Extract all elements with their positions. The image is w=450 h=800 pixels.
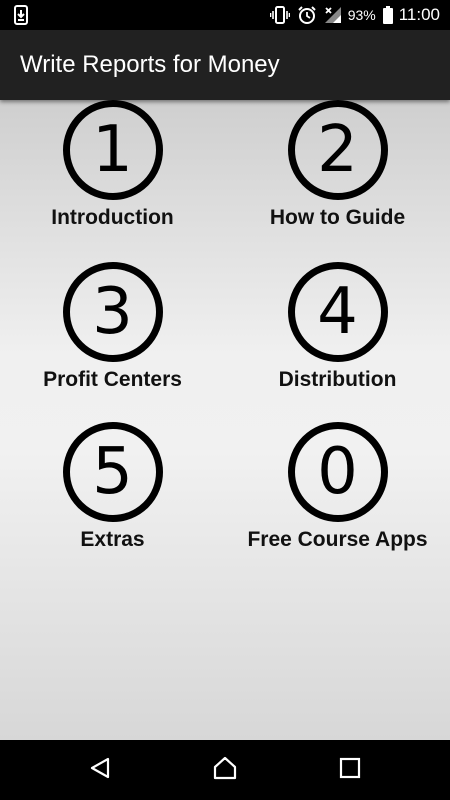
home-button[interactable] bbox=[195, 740, 255, 800]
back-icon bbox=[88, 756, 112, 785]
navigation-bar bbox=[0, 740, 450, 800]
back-button[interactable] bbox=[70, 740, 130, 800]
number-4-icon: 4 bbox=[287, 262, 388, 362]
alarm-icon bbox=[297, 5, 317, 25]
status-bar: 93% 11:00 bbox=[0, 0, 450, 30]
battery-percent: 93% bbox=[347, 7, 376, 23]
menu-item-label: How to Guide bbox=[269, 206, 406, 229]
number-2-icon: 2 bbox=[287, 100, 388, 200]
menu-item-label: Distribution bbox=[278, 368, 397, 391]
app-title: Write Reports for Money bbox=[20, 51, 280, 78]
battery-icon bbox=[382, 6, 393, 24]
menu-item-label: Introduction bbox=[51, 206, 174, 229]
menu-item-introduction[interactable]: 1 Introduction bbox=[0, 100, 225, 260]
number-5-icon: 5 bbox=[62, 422, 163, 522]
menu-item-free-course-apps[interactable]: 0 Free Course Apps bbox=[225, 422, 450, 582]
menu-item-how-to-guide[interactable]: 2 How to Guide bbox=[225, 100, 450, 260]
recents-button[interactable] bbox=[320, 740, 380, 800]
menu-item-label: Free Course Apps bbox=[247, 528, 428, 551]
status-icons: 93% 11:00 bbox=[263, 0, 440, 30]
app-toolbar: Write Reports for Money bbox=[0, 30, 450, 100]
menu-item-profit-centers[interactable]: 3 Profit Centers bbox=[0, 262, 225, 422]
home-icon bbox=[212, 756, 238, 785]
number-1-icon: 1 bbox=[62, 100, 163, 200]
menu-item-label: Extras bbox=[80, 528, 145, 551]
signal-icon bbox=[324, 6, 342, 24]
vibrate-icon bbox=[269, 6, 290, 24]
main-content: 1 Introduction 2 How to Guide 3 Profit C… bbox=[0, 100, 450, 740]
number-0-icon: 0 bbox=[287, 422, 388, 522]
status-clock: 11:00 bbox=[398, 5, 440, 24]
number-3-icon: 3 bbox=[62, 262, 163, 362]
menu-item-distribution[interactable]: 4 Distribution bbox=[225, 262, 450, 422]
menu-item-extras[interactable]: 5 Extras bbox=[0, 422, 225, 582]
menu-item-label: Profit Centers bbox=[43, 368, 182, 391]
recents-icon bbox=[339, 757, 361, 784]
download-notification-icon bbox=[14, 5, 28, 25]
